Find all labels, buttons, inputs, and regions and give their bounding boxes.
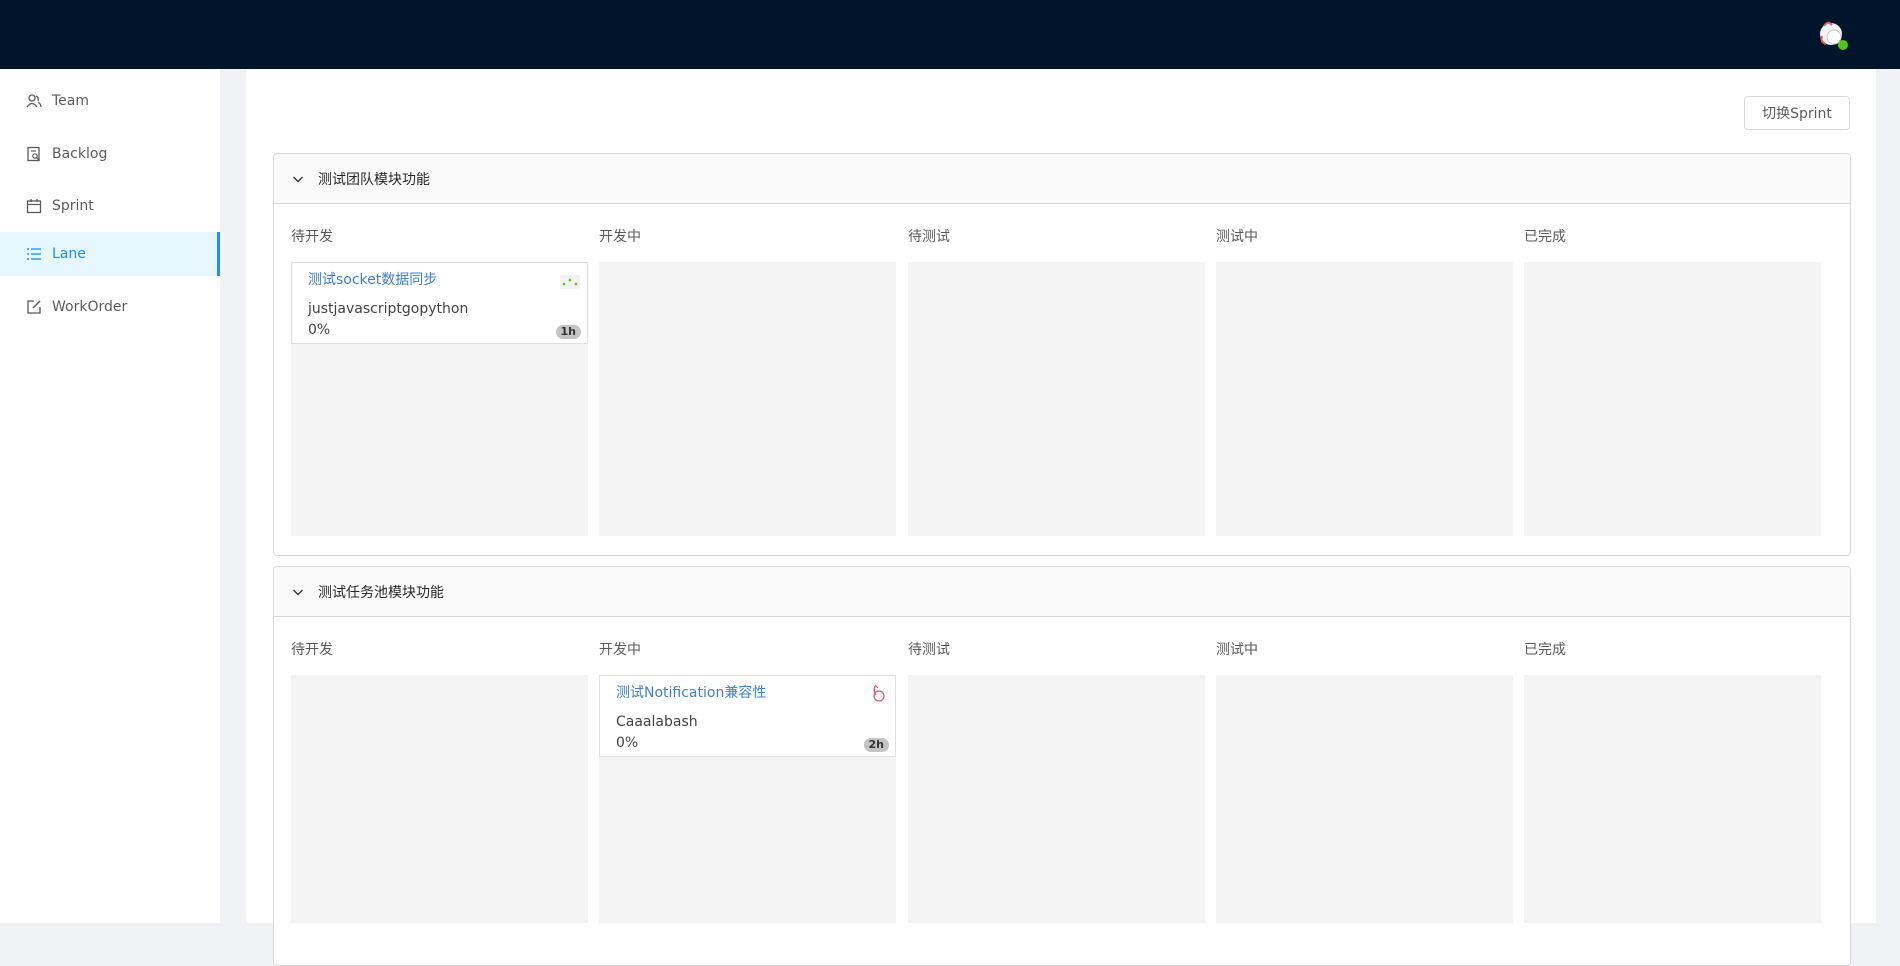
assignee-avatar-icon — [867, 682, 889, 704]
estimate-badge: 1h — [555, 325, 581, 339]
panel-title: 测试团队模块功能 — [318, 171, 430, 188]
lane-column-done[interactable] — [1524, 262, 1821, 536]
sidebar-item-workorder[interactable]: WorkOrder — [0, 285, 220, 329]
lane-column-testing[interactable] — [1216, 262, 1513, 536]
card-progress: 0% — [308, 322, 331, 338]
column-title: 待测试 — [908, 229, 950, 245]
sidebar-item-label: Backlog — [52, 146, 108, 162]
panel-header[interactable]: 测试任务池模块功能 — [274, 567, 1850, 617]
switch-sprint-button[interactable]: 切换Sprint — [1744, 96, 1850, 130]
chevron-down-icon[interactable] — [292, 173, 304, 185]
sidebar-item-label: Sprint — [52, 198, 94, 214]
sidebar-item-backlog[interactable]: Backlog — [0, 132, 220, 176]
column-title: 开发中 — [599, 229, 641, 245]
top-header — [0, 0, 1900, 69]
assignee-avatar-icon — [559, 269, 581, 291]
chevron-down-icon[interactable] — [292, 586, 304, 598]
panel-title: 测试任务池模块功能 — [318, 584, 444, 601]
card-assignee: justjavascriptgopython — [308, 301, 469, 317]
estimate-badge: 2h — [863, 738, 889, 752]
lane-column-in-progress[interactable]: 测试Notification兼容性 Caaalabash 0% 2h — [599, 675, 896, 923]
scrollbar-track[interactable] — [1876, 69, 1900, 923]
lane-column-in-progress[interactable] — [599, 262, 896, 536]
user-avatar-icon[interactable] — [1814, 16, 1850, 52]
calendar-icon — [26, 198, 42, 214]
sidebar-item-label: Lane — [52, 246, 86, 262]
card-assignee: Caaalabash — [616, 714, 698, 730]
task-card[interactable]: 测试socket数据同步 justjavascriptgopython 0% 1… — [291, 262, 588, 344]
lane-column-todo[interactable]: 测试socket数据同步 justjavascriptgopython 0% 1… — [291, 262, 588, 536]
card-progress: 0% — [616, 735, 639, 751]
edit-icon — [26, 299, 42, 315]
lane-column-todo[interactable] — [291, 675, 588, 923]
card-title[interactable]: 测试Notification兼容性 — [616, 682, 766, 702]
column-title: 待测试 — [908, 642, 950, 658]
sidebar-item-label: WorkOrder — [52, 299, 128, 315]
sidebar-item-label: Team — [52, 93, 90, 109]
list-icon — [26, 246, 42, 262]
column-title: 测试中 — [1216, 229, 1258, 245]
backlog-icon — [26, 146, 42, 162]
layout-gutter — [220, 69, 246, 923]
sidebar-item-sprint[interactable]: Sprint — [0, 184, 220, 228]
column-title: 已完成 — [1524, 229, 1566, 245]
column-title: 待开发 — [291, 229, 333, 245]
task-card[interactable]: 测试Notification兼容性 Caaalabash 0% 2h — [599, 675, 896, 757]
sidebar-item-lane[interactable]: Lane — [0, 232, 220, 276]
lane-column-testing[interactable] — [1216, 675, 1513, 923]
column-title: 已完成 — [1524, 642, 1566, 658]
column-title: 待开发 — [291, 642, 333, 658]
card-title[interactable]: 测试socket数据同步 — [308, 269, 437, 289]
sidebar-item-team[interactable]: Team — [0, 79, 220, 123]
sidebar: Team Backlog Sprint Lane WorkOrder — [0, 69, 220, 923]
column-title: 测试中 — [1216, 642, 1258, 658]
column-title: 开发中 — [599, 642, 641, 658]
panel-header[interactable]: 测试团队模块功能 — [274, 154, 1850, 204]
lane-column-done[interactable] — [1524, 675, 1821, 923]
team-icon — [26, 93, 42, 109]
lane-column-to-test[interactable] — [908, 675, 1205, 923]
lane-column-to-test[interactable] — [908, 262, 1205, 536]
